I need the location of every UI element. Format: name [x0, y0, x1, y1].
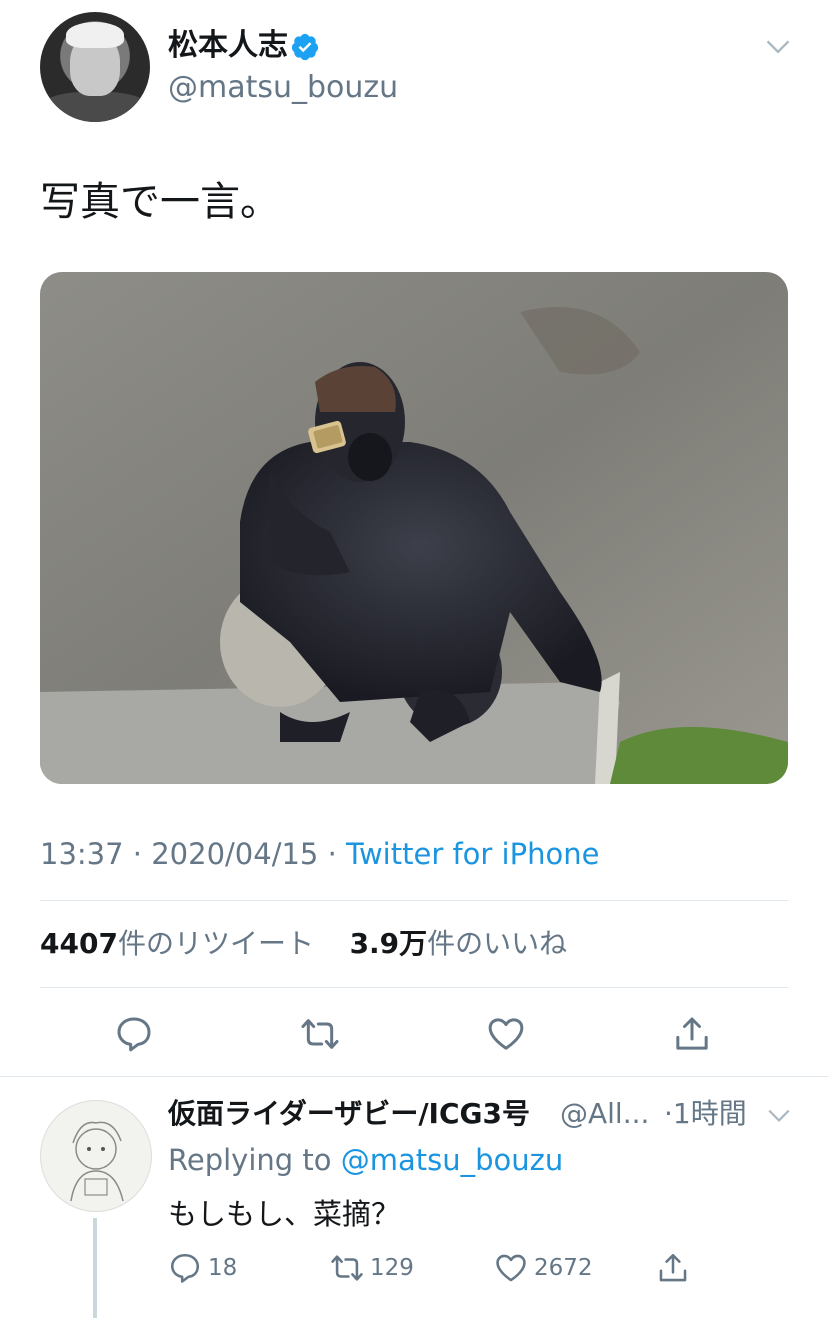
- like-count: 2672: [534, 1255, 593, 1281]
- retweet-icon[interactable]: [300, 1014, 340, 1054]
- retweets-count[interactable]: 4407: [40, 927, 118, 960]
- reply-text: もしもし、菜摘？: [168, 1197, 401, 1231]
- chevron-down-icon[interactable]: [764, 32, 792, 60]
- tweet-meta: 13:37 · 2020/04/15 · Twitter for iPhone: [40, 836, 599, 872]
- author-handle[interactable]: @matsu_bouzu: [168, 70, 398, 106]
- retweet-icon[interactable]: [330, 1251, 364, 1285]
- avatar-shoulder: [40, 92, 150, 122]
- chevron-down-icon[interactable]: [766, 1102, 792, 1128]
- share-icon[interactable]: [656, 1251, 690, 1285]
- reply-retweet-action[interactable]: 129: [330, 1248, 414, 1288]
- author-name[interactable]: 松本人志: [168, 28, 288, 64]
- reply-icon[interactable]: [168, 1251, 202, 1285]
- replying-to: Replying to @matsu_bouzu: [168, 1142, 563, 1178]
- reply-author-name[interactable]: 仮面ライダーザビー/ICG3号: [168, 1096, 530, 1132]
- likes-label[interactable]: 件のいいね: [427, 927, 567, 960]
- divider: [40, 900, 788, 901]
- heart-icon[interactable]: [486, 1014, 526, 1054]
- tweet-time: 13:37: [40, 837, 124, 871]
- reply-time: ·1時間: [664, 1096, 747, 1132]
- avatar-hair: [66, 22, 124, 48]
- verified-badge-icon: [291, 33, 319, 61]
- meta-separator: ·: [327, 837, 337, 871]
- divider: [40, 987, 788, 988]
- reply-reply-action[interactable]: 18: [168, 1248, 237, 1288]
- reply-count: 18: [208, 1255, 238, 1281]
- tweet-stats: 4407件のリツイート 3.9万件のいいね: [40, 926, 567, 962]
- reply-time-value: 1時間: [672, 1097, 747, 1130]
- heart-icon[interactable]: [494, 1251, 528, 1285]
- tweet-photo[interactable]: [40, 272, 788, 784]
- reply-author-avatar[interactable]: [40, 1100, 152, 1212]
- meta-separator: ·: [132, 837, 143, 871]
- replying-prefix: Replying to: [168, 1143, 332, 1177]
- retweet-count: 129: [370, 1255, 414, 1281]
- likes-count[interactable]: 3.9万: [350, 927, 428, 960]
- reply-icon[interactable]: [114, 1014, 154, 1054]
- section-divider: [0, 1076, 828, 1077]
- reply-share-action[interactable]: [656, 1248, 690, 1288]
- tweet-date: 2020/04/15: [151, 837, 319, 871]
- replying-handle-link[interactable]: @matsu_bouzu: [341, 1143, 564, 1177]
- thread-line: [93, 1218, 97, 1318]
- reply-like-action[interactable]: 2672: [494, 1248, 593, 1288]
- meta-separator: ·: [664, 1097, 673, 1130]
- tweet-text: 写真で一言。: [40, 179, 280, 225]
- retweets-label[interactable]: 件のリツイート: [118, 927, 314, 960]
- sketch-avatar-icon: [70, 1121, 124, 1202]
- share-icon[interactable]: [672, 1014, 712, 1054]
- reply-author-handle[interactable]: @All...: [560, 1096, 649, 1132]
- author-avatar[interactable]: [40, 12, 150, 122]
- tweet-source-link[interactable]: Twitter for iPhone: [346, 837, 599, 871]
